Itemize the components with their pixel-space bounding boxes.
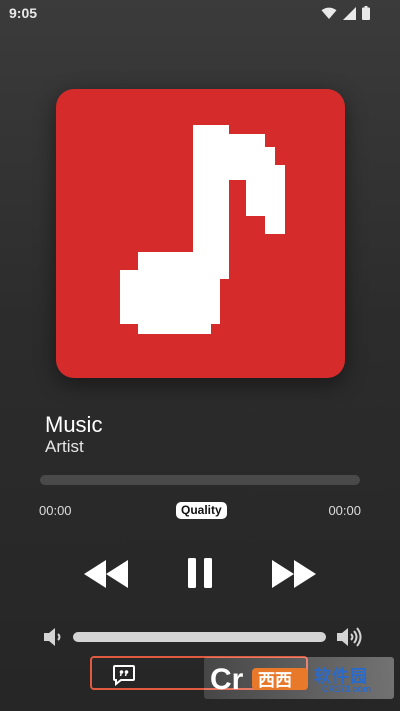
time-total: 00:00	[328, 503, 361, 518]
watermark: Cr 西西 软件园 CR173.com	[204, 657, 394, 699]
rewind-icon	[84, 560, 128, 588]
status-bar: 9:05	[0, 0, 400, 26]
next-button[interactable]	[270, 558, 318, 590]
svg-text:西西: 西西	[258, 671, 292, 691]
signal-icon	[343, 6, 356, 20]
svg-text:Cr: Cr	[210, 663, 244, 694]
status-icons	[321, 6, 370, 20]
lyrics-icon[interactable]	[112, 664, 136, 691]
pause-button[interactable]	[186, 555, 214, 591]
battery-icon	[362, 6, 370, 20]
volume-slider[interactable]	[73, 632, 326, 642]
wifi-icon	[321, 7, 337, 20]
seek-bar[interactable]	[40, 475, 360, 485]
status-time: 9:05	[9, 5, 38, 21]
track-artist: Artist	[45, 437, 84, 456]
track-title: Music	[45, 412, 103, 437]
time-elapsed: 00:00	[39, 503, 72, 518]
music-note-icon	[120, 125, 285, 334]
pause-icon	[188, 558, 212, 588]
volume-low-icon[interactable]	[42, 626, 64, 653]
previous-button[interactable]	[82, 558, 130, 590]
volume-high-icon[interactable]	[335, 626, 363, 653]
watermark-url: CR173.com	[322, 684, 372, 694]
watermark-logo: Cr 西西	[210, 663, 308, 694]
fast-forward-icon	[272, 560, 316, 588]
album-art	[56, 89, 345, 378]
quality-button[interactable]: Quality	[176, 502, 227, 519]
